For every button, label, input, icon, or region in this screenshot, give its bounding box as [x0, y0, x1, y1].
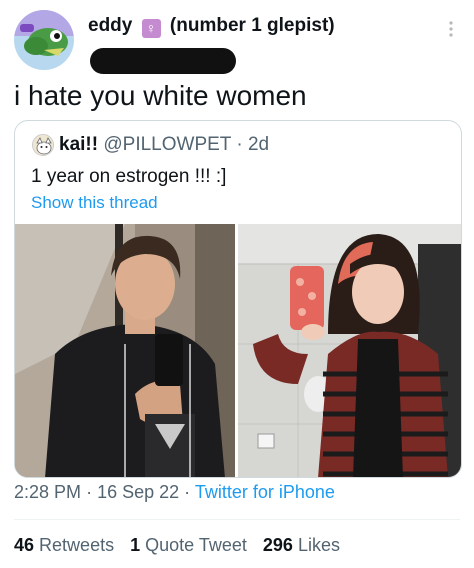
more-options-icon[interactable]	[446, 20, 456, 38]
quote-text: 1 year on estrogen !!! :]	[31, 166, 227, 187]
redacted-handle	[90, 48, 236, 74]
likes-label: Likes	[297, 535, 340, 555]
quote-tweets-label: Quote Tweet	[145, 535, 247, 555]
quote-author-avatar[interactable]	[32, 134, 54, 156]
female-sign-icon: ♀	[141, 19, 161, 38]
quote-age[interactable]: 2d	[248, 134, 269, 155]
meta-separator: ·	[86, 482, 93, 502]
author-name-line[interactable]: eddy ♀ (number 1 glepist)	[88, 15, 335, 38]
quote-header: kai!! @PILLOWPET · 2d	[59, 134, 269, 156]
tweet-text: i hate you white women	[14, 80, 307, 111]
show-thread-link[interactable]: Show this thread	[31, 193, 158, 213]
quote-author-name[interactable]: kai!!	[59, 134, 98, 155]
tweet-source-link[interactable]: Twitter for iPhone	[195, 482, 335, 502]
tweet-date[interactable]: 16 Sep 22	[97, 482, 179, 502]
divider	[14, 519, 460, 520]
retweets-stat[interactable]: 46 Retweets	[14, 535, 114, 555]
quote-tweets-stat[interactable]: 1 Quote Tweet	[130, 535, 247, 555]
quote-photo-right[interactable]	[238, 224, 461, 477]
quote-photo-left[interactable]	[15, 224, 235, 477]
retweets-label: Retweets	[39, 535, 115, 555]
meta-separator: ·	[184, 482, 191, 502]
tweet-stats: 46 Retweets 1 Quote Tweet 296 Likes	[14, 535, 351, 556]
tweet-time[interactable]: 2:28 PM	[14, 482, 81, 502]
author-name-suffix[interactable]: (number 1 glepist)	[170, 15, 335, 36]
author-name[interactable]: eddy	[88, 15, 132, 36]
quote-separator: ·	[236, 134, 243, 155]
retweets-count: 46	[14, 535, 35, 555]
quote-tweets-count: 1	[130, 535, 141, 555]
quote-author-handle[interactable]: @PILLOWPET	[103, 134, 231, 155]
likes-stat[interactable]: 296 Likes	[263, 535, 340, 555]
likes-count: 296	[262, 535, 293, 555]
tweet-metadata: 2:28 PM · 16 Sep 22 · Twitter for iPhone	[14, 482, 335, 503]
author-avatar[interactable]	[14, 10, 74, 70]
quoted-tweet-card[interactable]: kai!! @PILLOWPET · 2d 1 year on estrogen…	[14, 120, 462, 478]
